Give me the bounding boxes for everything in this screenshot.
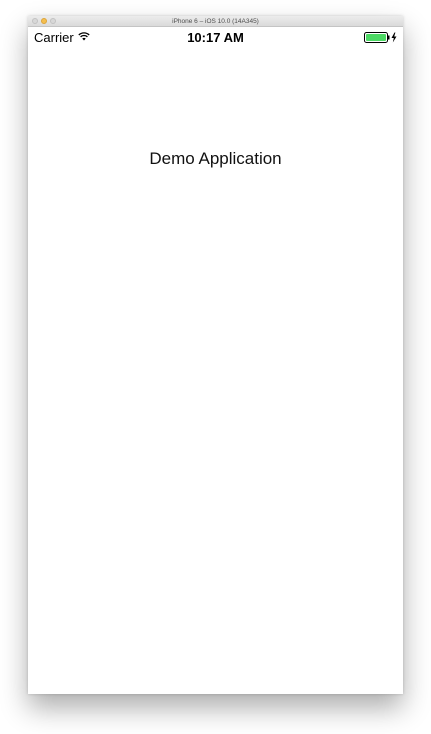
status-bar: Carrier 10:17 AM (28, 27, 403, 47)
screen: iPhone 6 – iOS 10.0 (14A345) Carrier 10:… (0, 0, 431, 734)
status-time: 10:17 AM (187, 30, 244, 45)
window-title: iPhone 6 – iOS 10.0 (14A345) (172, 18, 259, 25)
window-titlebar: iPhone 6 – iOS 10.0 (14A345) (28, 16, 403, 27)
battery-charging-icon (364, 32, 397, 43)
simulator-window: iPhone 6 – iOS 10.0 (14A345) Carrier 10:… (28, 16, 403, 694)
app-title-label: Demo Application (149, 149, 282, 168)
